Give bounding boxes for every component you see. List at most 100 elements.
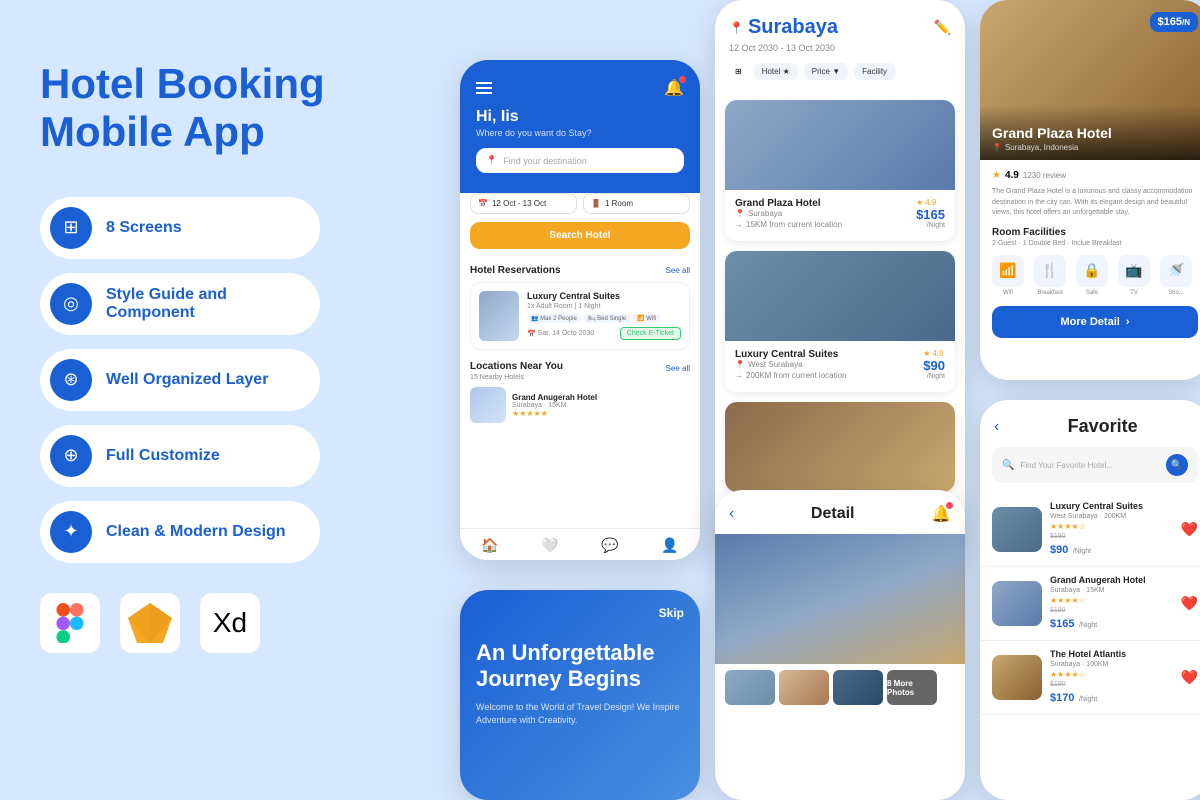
hotel-name-1: Grand Plaza Hotel [735,198,842,209]
location-header: 📍 Surabaya ✏️ [729,16,951,39]
feature-label-screens: 8 Screens [106,219,182,237]
favorite-heart-1[interactable]: ❤️ [1181,521,1198,538]
thumbnail-1[interactable] [725,670,775,705]
notification-dot [679,76,686,83]
search-pin-icon: 📍 [486,155,497,166]
favorites-back-icon[interactable]: ‹ [994,418,999,436]
filter-facility[interactable]: Facility [854,63,895,80]
nav-chat[interactable]: 💬 [601,537,618,554]
detail-bell-icon[interactable]: 🔔 [931,504,951,524]
phone3-header: ‹ Detail 🔔 [715,490,965,534]
shower-label: Sho... [1168,290,1184,296]
favorite-item-3[interactable]: The Hotel Atlantis Surabaya · 100KM ★★★★… [980,641,1200,715]
hotel-detail-price: $165/N [1150,12,1198,32]
fav-name-1: Luxury Central Suites [1050,501,1173,511]
rating-value: 4.9 [1005,170,1019,181]
hotel-rating-row: ★ 4.9 1230 review [992,170,1198,181]
hotel-name-row-2: Luxury Central Suites 📍 West Surabaya → … [735,349,945,380]
filter-hotel[interactable]: Hotel ★ [754,63,798,80]
phone-main-booking: 🔔 Hi, Iis Where do you want do Stay? 📍 F… [460,60,700,560]
hotel-price-value-1: $165 [916,207,945,222]
feature-icon-screens: ⊞ [50,207,92,249]
search-icon: 🔍 [1002,460,1014,471]
thumbnail-3[interactable] [833,670,883,705]
fav-name-2: Grand Anugerah Hotel [1050,575,1173,585]
feature-icon-customize: ⊕ [50,435,92,477]
room-selector[interactable]: 🚪 1 Room [583,193,690,214]
locations-see-all[interactable]: See all [666,364,690,373]
reservations-see-all[interactable]: See all [666,266,690,275]
feature-style-guide[interactable]: ◎ Style Guide and Component [40,273,320,335]
phone5-header: ‹ Favorite [980,400,1200,447]
hotel-card-1[interactable]: Grand Plaza Hotel 📍 Surabaya → 15KM from… [725,100,955,241]
destination-search[interactable]: 📍 Find your destination [476,148,684,173]
favorite-heart-3[interactable]: ❤️ [1181,669,1198,686]
hotel-rating-2: ★ 4.9 [923,349,945,358]
nav-heart[interactable]: 🤍 [541,537,558,554]
fav-image-1 [992,507,1042,552]
hotel-detail-overlay: Grand Plaza Hotel 📍 Surabaya, Indonesia [980,105,1200,160]
fav-info-3: The Hotel Atlantis Surabaya · 100KM ★★★★… [1050,649,1173,706]
search-placeholder: Find your destination [503,156,587,166]
skip-button[interactable]: Skip [476,606,684,620]
check-eticket-button[interactable]: Check E-Ticket [620,327,681,340]
phone-hotel-detail: Grand Plaza Hotel 📍 Surabaya, Indonesia … [980,0,1200,380]
reservation-footer: 📅 Sat, 14 Octo 2030 Check E-Ticket [527,327,681,340]
travel-dates: 12 Oct 2030 - 13 Oct 2030 [729,43,951,53]
wifi-icon: 📶 [992,255,1024,287]
fav-old-price-1: $190 [1050,533,1173,540]
bottom-navbar: 🏠 🤍 💬 👤 [460,528,700,560]
tag-wifi: 📶 Wifi [633,314,660,323]
hotel-name-row-1: Grand Plaza Hotel 📍 Surabaya → 15KM from… [735,198,945,229]
favorite-item-2[interactable]: Grand Anugerah Hotel Surabaya · 15KM ★★★… [980,567,1200,641]
feature-screens[interactable]: ⊞ 8 Screens [40,197,320,259]
date-selector[interactable]: 📅 12 Oct - 13 Oct [470,193,577,214]
nav-profile[interactable]: 👤 [661,537,678,554]
more-detail-button[interactable]: More Detail › [992,306,1198,338]
fav-image-2 [992,581,1042,626]
hotel-price-2: ★ 4.9 $90 /Night [923,349,945,380]
feature-customize[interactable]: ⊕ Full Customize [40,425,320,487]
reservation-image [479,291,519,341]
favorite-item-1[interactable]: Luxury Central Suites West Surabaya · 20… [980,493,1200,567]
hamburger-icon[interactable] [476,82,492,94]
reservations-header: Hotel Reservations See all [470,265,690,276]
nav-home[interactable]: 🏠 [481,537,498,554]
favorite-heart-2[interactable]: ❤️ [1181,595,1198,612]
feature-icon-layers: ⊛ [50,359,92,401]
reservation-details: 1x Adult Room | 1 Night [527,303,681,310]
favorites-title: Favorite [1009,416,1196,437]
location-name: Grand Anugerah Hotel [512,393,597,402]
fav-stars-1: ★★★★☆ [1050,522,1173,531]
fav-stars-2: ★★★★☆ [1050,596,1173,605]
thumbnail-2[interactable] [779,670,829,705]
edit-location-icon[interactable]: ✏️ [934,19,951,36]
fav-info-2: Grand Anugerah Hotel Surabaya · 15KM ★★★… [1050,575,1173,632]
hotel-card-2[interactable]: Luxury Central Suites 📍 West Surabaya → … [725,251,955,392]
search-submit-icon[interactable]: 🔍 [1166,454,1188,476]
tag-bed: 🛏 Bed Single [584,314,630,323]
favorites-search[interactable]: 🔍 Find Your Favorite Hotel... 🔍 [992,447,1198,483]
detail-bell-dot [946,502,953,509]
hotel-loc-1: 📍 Surabaya [735,209,842,218]
breakfast-icon: 🍴 [1034,255,1066,287]
location-image [470,387,506,423]
fav-old-price-3: $190 [1050,681,1173,688]
feature-design[interactable]: ✦ Clean & Modern Design [40,501,320,563]
hotel-detail-location: 📍 Surabaya, Indonesia [992,143,1198,152]
fav-price-2: $165 [1050,618,1074,630]
breakfast-label: Breakfast [1037,290,1062,296]
filter-price[interactable]: Price ▼ [804,63,848,80]
more-photos-button[interactable]: 8 More Photos [887,670,937,705]
facilities-title: Room Facilities [992,227,1198,238]
phone-onboarding: Skip An Unforgettable Journey Begins Wel… [460,590,700,800]
search-hotel-button[interactable]: Search Hotel [470,222,690,249]
back-arrow-icon[interactable]: ‹ [729,505,734,523]
bell-icon[interactable]: 🔔 [664,78,684,98]
calendar-icon: 📅 [478,199,488,208]
star-icons: ★ [992,170,1001,181]
feature-layers[interactable]: ⊛ Well Organized Layer [40,349,320,411]
image-thumbnails: 8 More Photos [715,664,965,711]
filter-toggle-icon[interactable]: ⊞ [729,63,748,80]
hotel-card-3[interactable] [725,402,955,492]
